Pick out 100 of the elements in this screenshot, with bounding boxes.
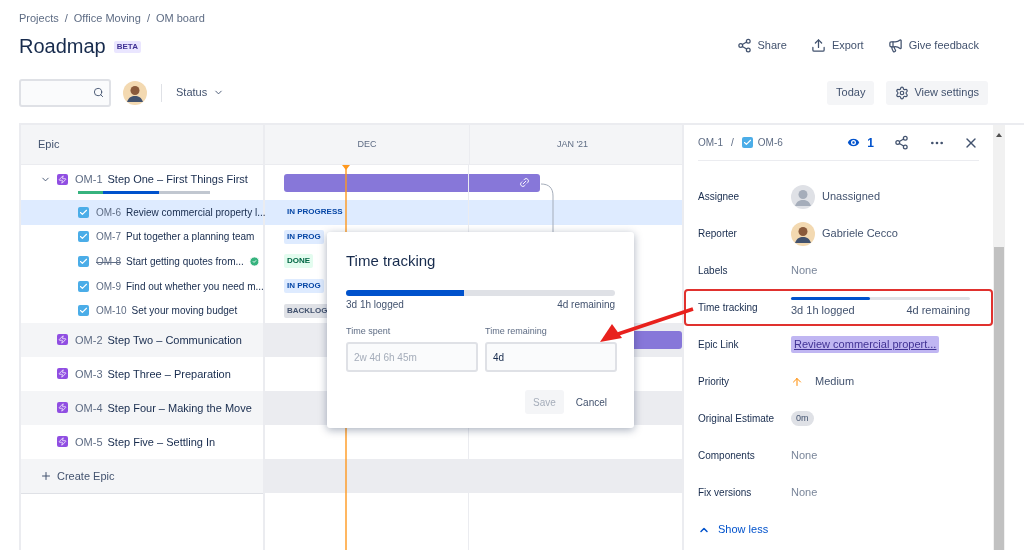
- epic-bar[interactable]: [284, 173, 540, 192]
- field-label: Assignee: [698, 190, 741, 204]
- issue-title: Find out whether you need m...: [126, 279, 264, 294]
- status-lozenge: IN PROG: [284, 229, 324, 244]
- epic-title: Step Three – Preparation: [107, 366, 231, 382]
- create-epic-button[interactable]: Create Epic: [21, 458, 263, 493]
- issue-key: OM-9: [96, 278, 121, 294]
- epic-icon: [57, 436, 68, 448]
- share-icon[interactable]: [894, 135, 909, 150]
- page-title: Roadmap: [19, 33, 106, 59]
- input-field[interactable]: 2w 4d 6h 45m: [346, 342, 478, 372]
- view-settings-button[interactable]: View settings: [886, 80, 988, 105]
- logged-time: 3d 1h logged: [346, 297, 404, 312]
- field-value[interactable]: None: [791, 262, 818, 279]
- today-button[interactable]: Today: [827, 80, 875, 105]
- issue-key: OM-6: [96, 204, 121, 220]
- epic-title: Step Four – Making the Move: [107, 400, 252, 416]
- field-label: Time spent: [346, 324, 392, 338]
- field-label: Original Estimate: [698, 412, 776, 426]
- parent-issue-link[interactable]: OM-1: [698, 135, 723, 150]
- epic-title: Step Five – Settling In: [107, 434, 216, 450]
- cancel-button[interactable]: Cancel: [567, 390, 615, 414]
- share-icon: [736, 38, 752, 53]
- epic-icon: [57, 402, 68, 414]
- dialog-title: Time tracking: [346, 251, 437, 271]
- task-icon: [78, 206, 89, 218]
- issue-title: Set your moving budget: [131, 304, 238, 319]
- field-value[interactable]: None: [791, 447, 818, 464]
- megaphone-icon: [887, 38, 903, 53]
- task-icon: [78, 305, 89, 317]
- epic-icon: [57, 174, 68, 185]
- watch-button[interactable]: 1: [846, 133, 874, 152]
- epic-icon: [57, 334, 68, 346]
- status-lozenge: DONE: [284, 254, 314, 269]
- column-header: Epic: [21, 125, 263, 165]
- field-value[interactable]: Gabriele Cecco: [822, 225, 898, 242]
- logged-time: 3d 1h logged: [791, 302, 855, 318]
- breadcrumb-separator: /: [146, 11, 150, 26]
- field-label: Components: [698, 449, 756, 463]
- issue-key: OM-8: [96, 254, 121, 269]
- month-label: DEC: [357, 137, 377, 151]
- field-label: Reporter: [698, 227, 738, 241]
- month-label: JAN '21: [556, 137, 589, 151]
- eye-icon: [846, 135, 862, 150]
- header-action-button[interactable]: Give feedback: [887, 37, 979, 54]
- issue-row[interactable]: OM-6 Review commercial property l...: [21, 200, 263, 225]
- epic-key: OM-4: [75, 399, 103, 417]
- field-label: Epic Link: [698, 338, 740, 352]
- remaining-time: 4d remaining: [906, 302, 970, 318]
- estimate-lozenge[interactable]: 0m: [791, 410, 814, 427]
- breadcrumb-link[interactable]: Office Moving: [73, 10, 141, 27]
- epic-link[interactable]: Review commercial propert...: [791, 336, 940, 353]
- issue-key: OM-7: [96, 229, 121, 245]
- epic-key: OM-1: [75, 171, 103, 188]
- epic-row[interactable]: OM-4 Step Four – Making the Move: [21, 390, 263, 425]
- epic-title: Step Two – Communication: [107, 332, 242, 348]
- epic-title: Step One – First Things First: [107, 172, 248, 188]
- epic-key: OM-2: [75, 331, 103, 349]
- field-value[interactable]: Unassigned: [822, 188, 881, 205]
- epic-row[interactable]: OM-2 Step Two – Communication: [21, 322, 263, 357]
- task-icon: [78, 231, 89, 243]
- done-check-icon: [248, 256, 260, 267]
- beta-badge: BETA: [113, 40, 141, 53]
- input-field[interactable]: 4d: [485, 342, 617, 372]
- epic-icon: [57, 368, 68, 380]
- show-less-button[interactable]: Show less: [698, 511, 979, 548]
- breadcrumb-link[interactable]: Projects: [19, 10, 59, 27]
- issue-title: Put together a planning team: [126, 230, 255, 245]
- search-field[interactable]: [19, 78, 111, 107]
- breadcrumb-separator: /: [731, 136, 734, 150]
- field-label: Time remaining: [485, 324, 548, 338]
- export-icon: [810, 38, 826, 53]
- field-label: Fix versions: [698, 486, 753, 500]
- field-label: Time tracking: [698, 301, 759, 315]
- field-label: Labels: [698, 264, 729, 278]
- status-filter[interactable]: Status: [176, 84, 225, 101]
- task-icon: [78, 256, 89, 267]
- field-value[interactable]: None: [791, 484, 818, 501]
- header-action-button[interactable]: Share: [736, 37, 787, 54]
- search-icon: [93, 87, 104, 98]
- scrollbar[interactable]: [993, 125, 1005, 550]
- field-label: Priority: [698, 375, 731, 389]
- task-icon: [741, 137, 753, 148]
- epic-key: OM-3: [75, 365, 103, 383]
- remaining-time: 4d remaining: [557, 297, 615, 312]
- status-lozenge: IN PROG: [284, 279, 324, 294]
- dependency-line: [541, 183, 555, 235]
- time-tracking-meter[interactable]: 3d 1h logged 4d remaining: [791, 296, 970, 319]
- issue-title: Start getting quotes from...: [126, 255, 244, 269]
- field-value[interactable]: Medium: [815, 373, 855, 390]
- epic-key: OM-5: [75, 433, 103, 451]
- priority-arrow-icon: [791, 375, 803, 388]
- task-icon: [78, 280, 89, 292]
- plus-icon: [40, 469, 52, 482]
- header-action-button[interactable]: Export: [810, 37, 864, 54]
- avatar: [123, 80, 147, 105]
- issue-link[interactable]: OM-6: [757, 135, 783, 150]
- breadcrumb-separator: /: [64, 11, 68, 26]
- breadcrumb-link[interactable]: OM board: [155, 10, 205, 27]
- issue-title: Review commercial property l...: [126, 205, 266, 220]
